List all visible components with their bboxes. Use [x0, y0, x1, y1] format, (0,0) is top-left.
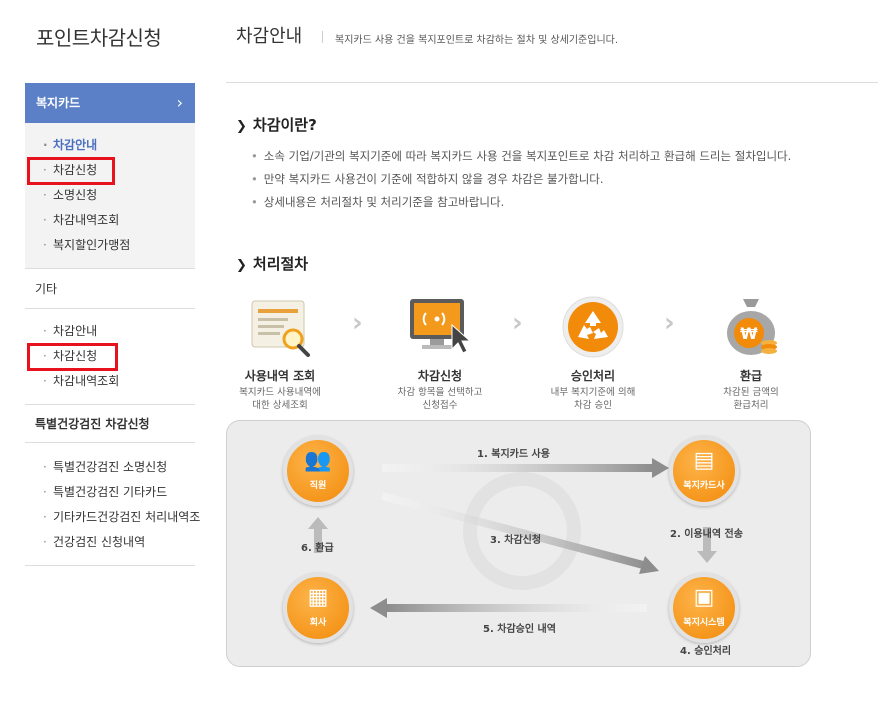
step-name: 승인처리	[570, 369, 616, 383]
bullet-text: 상세내용은 처리절차 및 처리기준을 참고바랍니다.	[251, 194, 504, 210]
sidebar-group-etc: 차감안내 차감신청 차감내역조회	[25, 309, 195, 405]
chevron-right-icon: ›	[664, 308, 675, 338]
chevron-right-icon: ›	[352, 308, 363, 338]
step-desc: 내부 복지기준에 의해 차감 승인	[550, 387, 636, 411]
sidebar-header-welfare-card[interactable]: 복지카드 ›	[25, 83, 195, 123]
sidebar-item-health-other-card[interactable]: 특별건강검진 기타카드	[25, 480, 195, 505]
sidebar-item-etc-deduction-history[interactable]: 차감내역조회	[25, 369, 195, 394]
flow-node-company: ▦ 회사	[283, 573, 353, 643]
bullet-text: 만약 복지카드 사용건이 기준에 적합하지 않을 경우 차감은 불가합니다.	[251, 171, 604, 187]
sidebar-item-discount-merchants[interactable]: 복지할인가맹점	[25, 233, 195, 258]
sidebar-section-etc: 기타	[25, 269, 195, 309]
step-name: 사용내역 조회	[244, 369, 316, 383]
sidebar-item-deduction-guide[interactable]: 차감안내	[25, 133, 195, 158]
process-step-refund: ₩ 환급 차감된 금액의 환급처리	[686, 293, 816, 412]
sidebar-item-explanation-request[interactable]: 소명신청	[25, 183, 195, 208]
process-step-request: 차감신청 차감 항목을 선택하고 신청접수	[375, 293, 505, 412]
header-rule	[226, 82, 878, 83]
sidebar-item-health-explanation[interactable]: 특별건강검진 소명신청	[25, 455, 195, 480]
sidebar-header-label: 복지카드	[36, 96, 81, 110]
flow-label-3: 3. 차감신청	[490, 535, 542, 546]
section-heading-what-is-deduction: ❯ 차감이란?	[236, 116, 317, 134]
document-search-icon	[240, 293, 320, 363]
step-name: 차감신청	[417, 369, 463, 383]
recycle-icon	[553, 293, 633, 363]
sidebar-group-health-checkup: 특별건강검진 소명신청 특별건강검진 기타카드 기타카드건강검진 처리내역조 건…	[25, 443, 200, 566]
flow-node-welfare-system: ▣ 복지시스템	[669, 573, 739, 643]
people-icon: 👥	[304, 448, 332, 473]
bullet-text: 소속 기업/기관의 복지기준에 따라 복지카드 사용 건을 복지포인트로 차감 …	[251, 148, 792, 164]
sidebar-item-health-requests[interactable]: 건강검진 신청내역	[25, 530, 195, 555]
step-name: 환급	[739, 369, 763, 383]
flow-label-5: 5. 차감승인 내역	[483, 624, 556, 635]
sidebar-item-deduction-history[interactable]: 차감내역조회	[25, 208, 195, 233]
building-icon: ▦	[307, 585, 329, 610]
page-subtitle: 복지카드 사용 건을 복지포인트로 차감하는 절차 및 상세기준입니다.	[335, 35, 619, 46]
process-step-usage-lookup: 사용내역 조회 복지카드 사용내역에 대한 상세조회	[215, 293, 345, 412]
highlight-box	[27, 157, 115, 185]
flow-node-card-company: ▤ 복지카드사	[669, 436, 739, 506]
process-step-approval: 승인처리 내부 복지기준에 의해 차감 승인	[528, 293, 658, 412]
flow-label-4: 4. 승인처리	[680, 646, 732, 657]
step-desc: 차감된 금액의 환급처리	[723, 387, 779, 411]
highlight-box	[27, 343, 118, 371]
sidebar-group-welfare-card: 차감안내 차감신청 소명신청 차감내역조회 복지할인가맹점	[25, 123, 195, 269]
money-bag-icon: ₩	[711, 293, 791, 363]
sidebar-item-health-other-history[interactable]: 기타카드건강검진 처리내역조	[25, 505, 200, 530]
sidebar-item-etc-deduction-guide[interactable]: 차감안내	[25, 319, 195, 344]
monitor-icon: ▣	[693, 585, 715, 610]
step-desc: 복지카드 사용내역에 대한 상세조회	[239, 387, 321, 411]
chevron-right-icon: ❯	[236, 119, 247, 134]
svg-text:₩: ₩	[740, 324, 758, 343]
section-heading-process: ❯ 처리절차	[236, 255, 309, 273]
page-title: 차감안내	[236, 26, 303, 47]
step-desc: 차감 항목을 선택하고 신청접수	[397, 387, 483, 411]
chevron-right-icon: ❯	[236, 258, 247, 273]
app-title: 포인트차감신청	[36, 26, 162, 50]
flow-label-1: 1. 복지카드 사용	[477, 449, 550, 460]
chevron-right-icon: ›	[512, 308, 523, 338]
sidebar-section-health-checkup: 특별건강검진 차감신청	[25, 405, 195, 443]
title-divider	[322, 31, 323, 43]
monitor-click-icon	[400, 293, 480, 363]
flow-label-2: 2. 이용내역 전송	[670, 529, 743, 540]
chevron-right-icon: ›	[176, 93, 183, 112]
flow-node-employee: 👥 직원	[283, 436, 353, 506]
sidebar: 복지카드 › 차감안내 차감신청 소명신청 차감내역조회 복지할인가맹점 기타 …	[25, 83, 200, 566]
process-flow-diagram: 👥 직원 ▤ 복지카드사 ▦ 회사 ▣ 복지시스템 1. 복지카드 사용 2. …	[226, 420, 811, 667]
card-machine-icon: ▤	[693, 448, 715, 473]
flow-label-6: 6. 환급	[301, 543, 334, 554]
